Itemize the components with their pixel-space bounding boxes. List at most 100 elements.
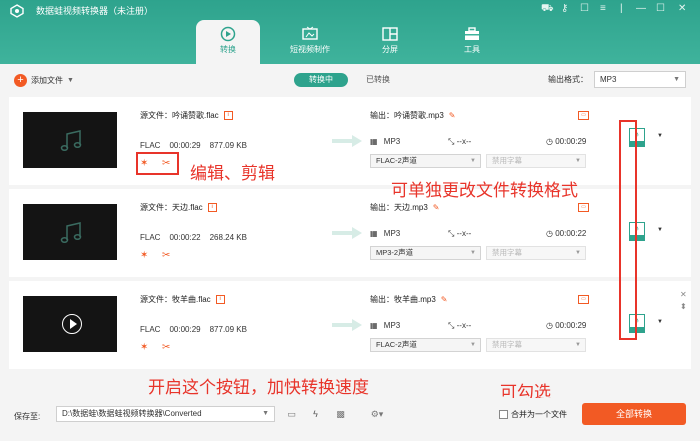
app-logo-icon bbox=[10, 4, 24, 18]
chevron-down-icon[interactable]: ▼ bbox=[657, 319, 663, 325]
rename-pen-icon[interactable]: ✎ bbox=[449, 111, 456, 120]
clock-icon: ◷ bbox=[546, 137, 556, 146]
app-title: 数据蛙视频转换器（未注册） bbox=[36, 6, 154, 16]
audio-track-select[interactable]: FLAC-2声道 ▼ bbox=[370, 338, 481, 352]
chevron-down-icon: ▼ bbox=[470, 250, 476, 256]
output-settings-icon[interactable]: ▭ bbox=[578, 203, 589, 212]
output-duration-value: 00:00:29 bbox=[555, 137, 587, 146]
info-icon[interactable]: i bbox=[207, 203, 217, 213]
edit-icon[interactable]: ✶ bbox=[140, 250, 152, 262]
format-icons-highlight bbox=[619, 120, 637, 340]
file-row: 源文件：天边.flac i FLAC 00:00:22 268.24 KB ✶ ✂ 输… bbox=[9, 189, 691, 277]
source-meta: FLAC 00:00:29 877.09 KB bbox=[140, 325, 256, 334]
source-size: 877.09 KB bbox=[209, 141, 247, 150]
source-size: 268.24 KB bbox=[209, 233, 247, 242]
add-file-button[interactable]: + 添加文件 ▼ bbox=[14, 74, 74, 87]
gpu-off-icon[interactable]: ▩ bbox=[334, 408, 347, 420]
merge-option[interactable]: 合并为一个文件 bbox=[499, 409, 567, 420]
output-file-name: 输出：天边.mp3 bbox=[370, 203, 428, 212]
folder-icon[interactable]: ▭ bbox=[285, 408, 298, 420]
divider: | bbox=[620, 3, 623, 14]
convert-all-button[interactable]: 全部转换 bbox=[582, 403, 686, 425]
subtitle-select[interactable]: 禁用字幕 ▼ bbox=[486, 246, 586, 260]
output-duration: ◷ 00:00:29 bbox=[546, 321, 586, 330]
chevron-down-icon[interactable]: ▼ bbox=[657, 227, 663, 233]
edit-icon[interactable]: ✶ bbox=[140, 342, 152, 354]
maximize-icon[interactable]: ☐ bbox=[656, 3, 665, 14]
tab-split-screen[interactable]: 分屏 bbox=[358, 20, 422, 64]
tab-tools-label: 工具 bbox=[464, 45, 480, 54]
rename-pen-icon[interactable]: ✎ bbox=[441, 295, 448, 304]
remove-file-icon[interactable]: ✕ bbox=[680, 290, 687, 299]
chevron-down-icon: ▼ bbox=[575, 342, 581, 348]
close-icon[interactable]: ✕ bbox=[678, 3, 686, 14]
source-meta: FLAC 00:00:22 268.24 KB bbox=[140, 233, 256, 242]
tab-convert-label: 转换 bbox=[220, 45, 236, 54]
file-thumbnail[interactable] bbox=[23, 204, 117, 260]
source-meta: FLAC 00:00:29 877.09 KB bbox=[140, 141, 256, 150]
file-row: 源文件：牧羊曲.flac i FLAC 00:00:29 877.09 KB ✶ ✂ … bbox=[9, 281, 691, 369]
menu-icon[interactable]: ≡ bbox=[600, 3, 606, 14]
tab-converting[interactable]: 转换中 bbox=[294, 73, 348, 87]
hardware-acceleration-icon[interactable]: ϟ bbox=[309, 408, 322, 420]
rename-pen-icon[interactable]: ✎ bbox=[433, 203, 440, 212]
source-duration: 00:00:22 bbox=[169, 233, 201, 242]
info-icon[interactable]: i bbox=[215, 295, 225, 305]
convert-toolbar: + 添加文件 ▼ 转换中 已转换 输出格式： MP3 ▼ bbox=[0, 64, 700, 96]
chevron-down-icon[interactable]: ▼ bbox=[657, 133, 663, 139]
audio-track-select[interactable]: MP3-2声道 ▼ bbox=[370, 246, 481, 260]
chevron-down-icon[interactable]: ▼ bbox=[67, 77, 74, 84]
output-resolution: ⤡ --x-- bbox=[448, 321, 471, 331]
cut-icon[interactable]: ✂ bbox=[162, 250, 174, 262]
output-resolution: ⤡ --x-- bbox=[448, 229, 471, 239]
feedback-icon[interactable]: ☐ bbox=[580, 3, 589, 14]
title-bar: 数据蛙视频转换器（未注册） ⛟ ⚷ ☐ ≡ | — ☐ ✕ 转换 短视频制作 分… bbox=[0, 0, 700, 64]
key-icon[interactable]: ⚷ bbox=[561, 3, 568, 14]
settings-gear-icon[interactable]: ⚙▾ bbox=[364, 408, 390, 420]
subtitle-select[interactable]: 禁用字幕 ▼ bbox=[486, 338, 586, 352]
output-file: 输出：吟诵赞歌.mp3 ✎ bbox=[370, 110, 456, 121]
output-format-select[interactable]: MP3 ▼ bbox=[594, 71, 686, 88]
resize-icon: ⤡ bbox=[448, 321, 457, 330]
source-file-name: 源文件：天边.flac bbox=[140, 203, 203, 212]
source-file: 源文件：吟诵赞歌.flac i bbox=[140, 110, 233, 121]
play-icon[interactable] bbox=[62, 314, 82, 334]
arrow-right-icon bbox=[332, 319, 362, 331]
cart-icon[interactable]: ⛟ bbox=[541, 3, 554, 16]
source-duration: 00:00:29 bbox=[169, 141, 201, 150]
scroll-icon[interactable]: ⬍ bbox=[680, 302, 687, 311]
tab-short-video[interactable]: 短视频制作 bbox=[278, 20, 342, 64]
tab-converted[interactable]: 已转换 bbox=[366, 73, 390, 87]
output-file: 输出：天边.mp3 ✎ bbox=[370, 202, 440, 213]
convert-icon bbox=[220, 26, 236, 42]
chevron-down-icon: ▼ bbox=[470, 158, 476, 164]
save-path-select[interactable]: D:\数据蛙\数据蛙视频转换器\Converted ▼ bbox=[56, 406, 275, 422]
source-size: 877.09 KB bbox=[209, 325, 247, 334]
tab-convert[interactable]: 转换 bbox=[196, 20, 260, 64]
resize-icon: ⤡ bbox=[448, 137, 457, 146]
info-icon[interactable]: i bbox=[223, 111, 233, 121]
output-settings-icon[interactable]: ▭ bbox=[578, 295, 589, 304]
output-format: MP3 bbox=[383, 137, 401, 146]
output-duration-value: 00:00:29 bbox=[555, 321, 587, 330]
tab-tools[interactable]: 工具 bbox=[440, 20, 504, 64]
output-resolution-value: --x-- bbox=[456, 137, 472, 146]
file-thumbnail[interactable] bbox=[23, 296, 117, 352]
subtitle-select[interactable]: 禁用字幕 ▼ bbox=[486, 154, 586, 168]
plus-icon: + bbox=[14, 74, 27, 87]
split-screen-icon bbox=[382, 27, 398, 41]
chevron-down-icon: ▼ bbox=[262, 410, 269, 417]
cut-icon[interactable]: ✂ bbox=[162, 342, 174, 354]
source-file: 源文件：天边.flac i bbox=[140, 202, 217, 213]
source-duration: 00:00:29 bbox=[169, 325, 201, 334]
audio-track-select[interactable]: FLAC-2声道 ▼ bbox=[370, 154, 481, 168]
music-note-icon bbox=[60, 130, 82, 152]
source-format: FLAC bbox=[140, 141, 161, 150]
arrow-right-icon bbox=[332, 135, 362, 147]
source-format: FLAC bbox=[140, 325, 161, 334]
file-thumbnail[interactable] bbox=[23, 112, 117, 168]
merge-checkbox[interactable] bbox=[499, 410, 508, 419]
toolbox-icon bbox=[465, 27, 479, 40]
output-settings-icon[interactable]: ▭ bbox=[578, 111, 589, 120]
minimize-icon[interactable]: — bbox=[636, 3, 646, 14]
